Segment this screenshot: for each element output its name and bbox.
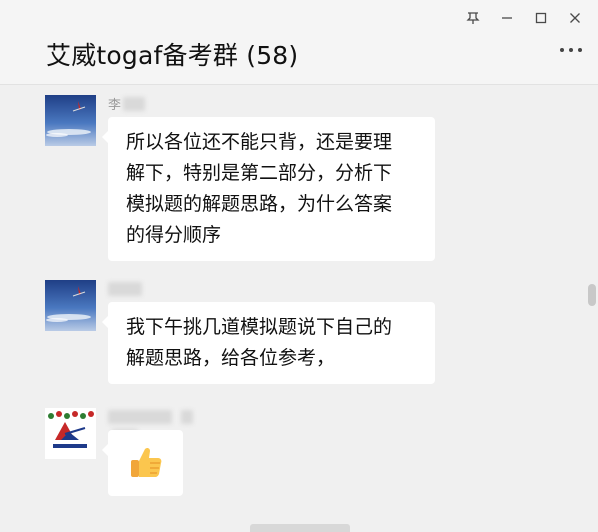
minimize-icon[interactable]: [490, 4, 524, 32]
close-icon[interactable]: [558, 4, 592, 32]
message-line: 解题思路，给各位参考，: [126, 347, 336, 369]
thumbs-up-icon: [131, 447, 162, 477]
pin-icon[interactable]: [456, 4, 490, 32]
message-list[interactable]: 李 所以各位还不能只背，还是要理 解下，特别是第二部分，分析下 模拟题的解题思路…: [0, 85, 598, 532]
message-line: 解下，特别是第二部分，分析下: [126, 162, 393, 184]
message-bubble[interactable]: [102, 430, 183, 496]
title-bar: 艾威togaf备考群 (58): [0, 0, 598, 84]
message-line: 模拟题的解题思路，为什么答案: [126, 193, 393, 215]
avatar[interactable]: [45, 280, 96, 331]
message-bubble[interactable]: 我下午挑几道模拟题说下自己的 解题思路，给各位参考，: [102, 302, 435, 384]
avatar[interactable]: [45, 95, 96, 146]
input-area-handle[interactable]: [250, 524, 350, 532]
sender-name: 李: [108, 93, 218, 113]
message-bubble[interactable]: 所以各位还不能只背，还是要理 解下，特别是第二部分，分析下 模拟题的解题思路，为…: [102, 117, 435, 261]
message-line: 所以各位还不能只背，还是要理: [126, 131, 393, 153]
chat-title: 艾威togaf备考群 (58): [46, 41, 299, 70]
message-line: 我下午挑几道模拟题说下自己的: [126, 316, 393, 338]
window-controls: [456, 4, 592, 32]
sender-name: [108, 406, 218, 443]
message-line: 的得分顺序: [126, 224, 222, 246]
scrollbar-thumb[interactable]: [588, 284, 596, 306]
more-options-icon[interactable]: [560, 48, 582, 52]
maximize-icon[interactable]: [524, 4, 558, 32]
avatar[interactable]: [45, 408, 96, 459]
sender-name: [108, 278, 218, 296]
